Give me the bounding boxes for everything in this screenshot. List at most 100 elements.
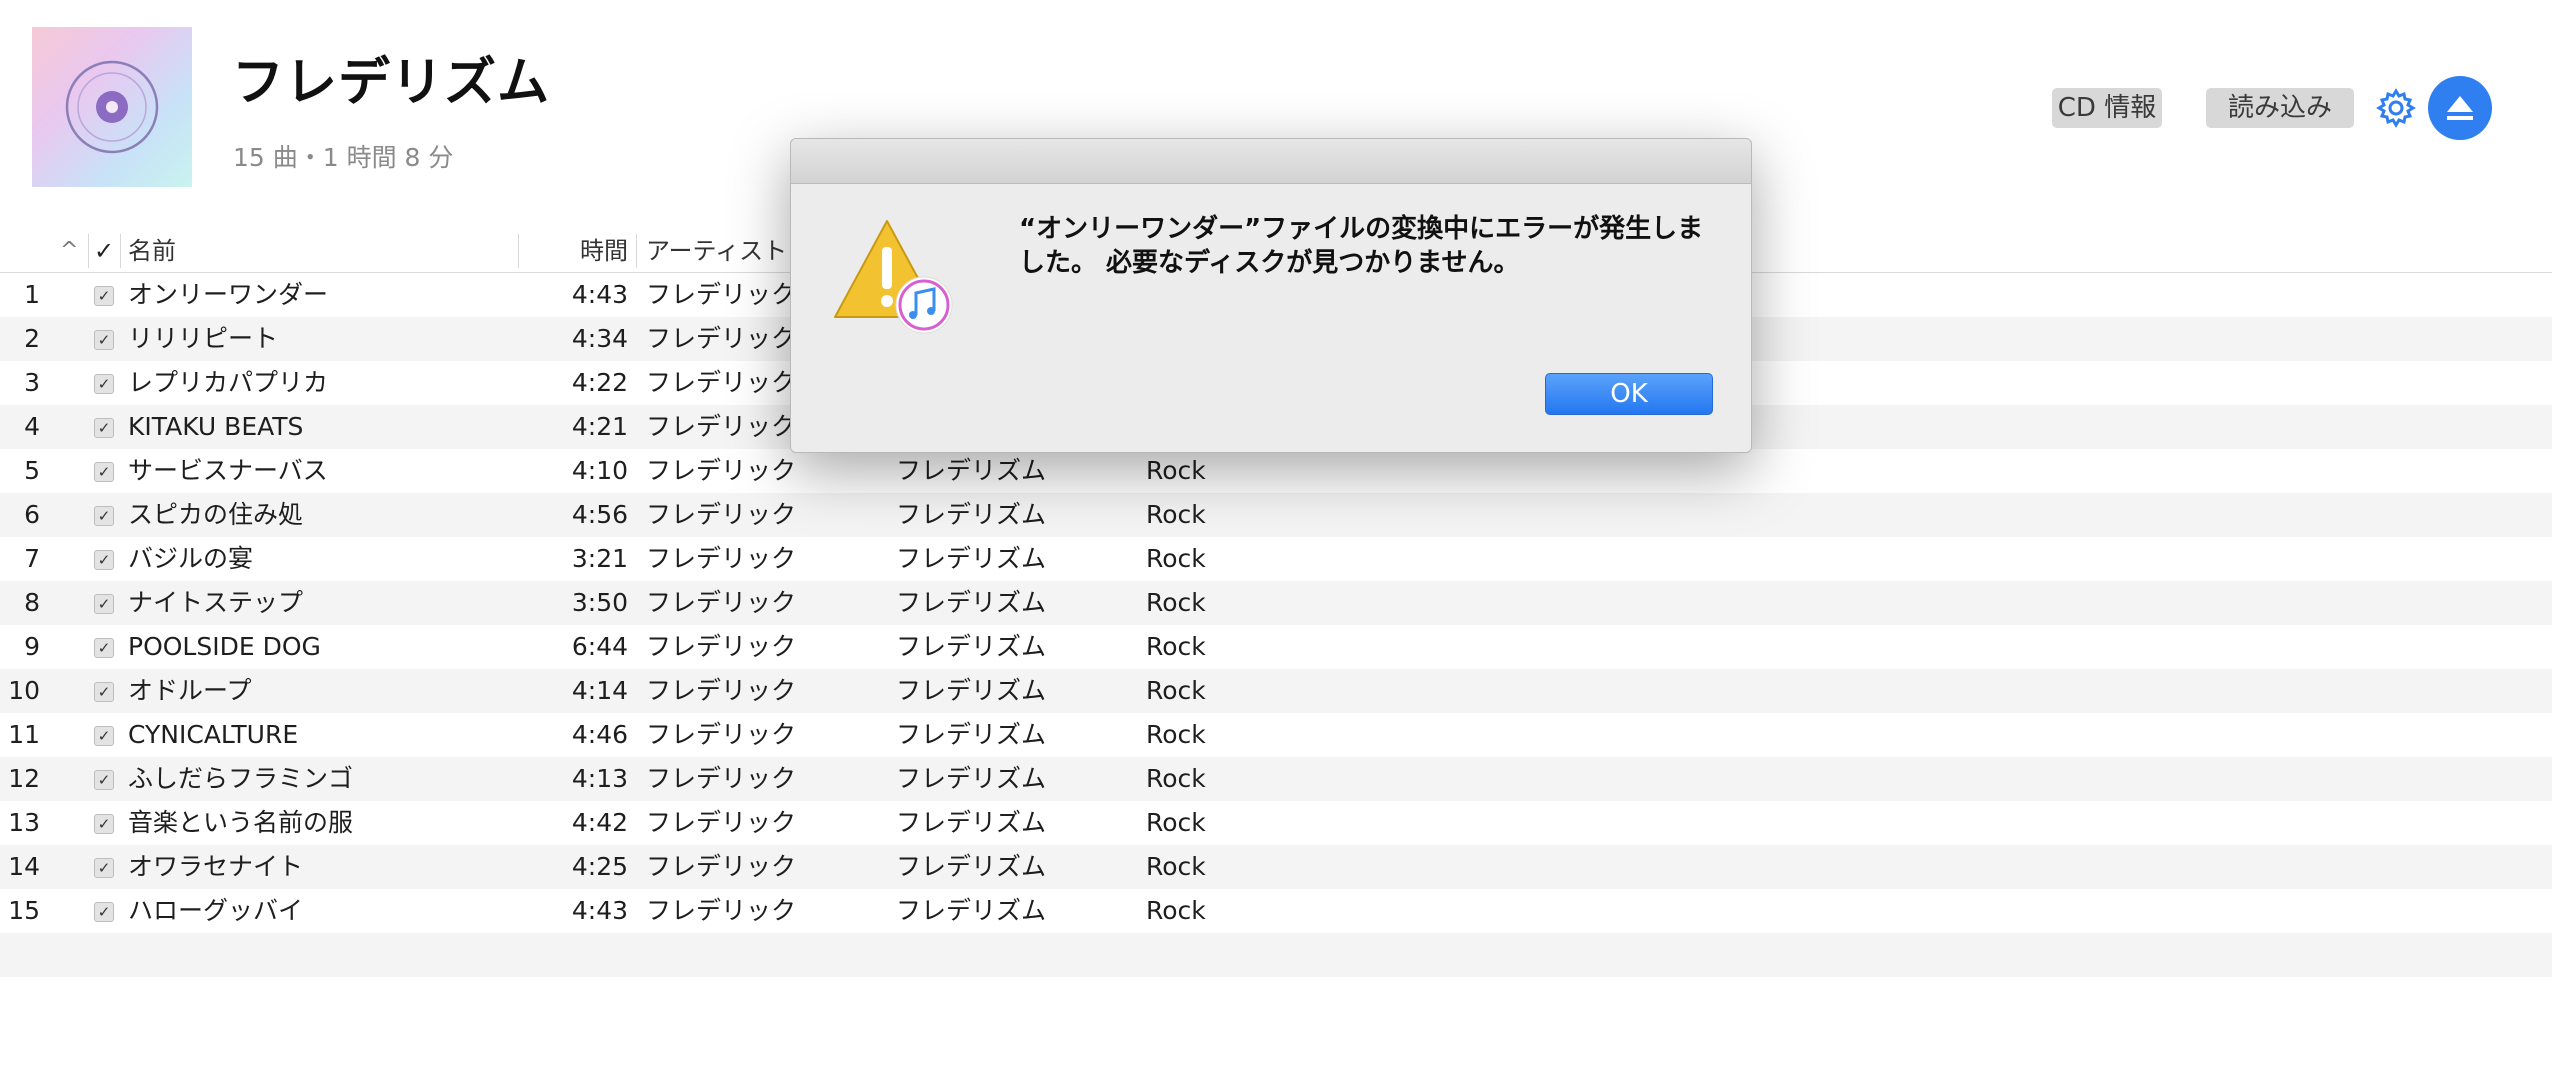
- track-album: フレデリズム: [896, 852, 1047, 881]
- track-time: 4:43: [571, 280, 628, 309]
- track-checkbox[interactable]: ✓: [94, 594, 114, 614]
- track-number: 3: [24, 368, 40, 397]
- track-checkbox[interactable]: ✓: [94, 682, 114, 702]
- table-row[interactable]: ✓ 8 ナイトステップ 3:50 フレデリック フレデリズム Rock: [0, 581, 2552, 625]
- track-artist: フレデリック: [646, 676, 797, 705]
- ok-button[interactable]: OK: [1545, 373, 1713, 415]
- track-album: フレデリズム: [896, 808, 1047, 837]
- track-album: フレデリズム: [896, 676, 1047, 705]
- track-time: 4:14: [571, 676, 628, 705]
- track-checkbox[interactable]: ✓: [94, 418, 114, 438]
- track-checkbox[interactable]: ✓: [94, 286, 114, 306]
- track-artist: フレデリック: [646, 808, 797, 837]
- table-row[interactable]: ✓ 15 ハローグッバイ 4:43 フレデリック フレデリズム Rock: [0, 889, 2552, 933]
- track-number: 10: [8, 676, 40, 705]
- track-genre: Rock: [1146, 896, 1206, 925]
- track-artist: フレデリック: [646, 632, 797, 661]
- track-time: 4:10: [571, 456, 628, 485]
- column-header-time[interactable]: 時間: [520, 230, 628, 272]
- table-row[interactable]: ✓ 12 ふしだらフラミンゴ 4:13 フレデリック フレデリズム Rock: [0, 757, 2552, 801]
- track-checkbox[interactable]: ✓: [94, 638, 114, 658]
- track-album: フレデリズム: [896, 456, 1047, 485]
- track-checkbox[interactable]: ✓: [94, 858, 114, 878]
- track-time: 3:21: [571, 544, 628, 573]
- column-header-check[interactable]: ✓: [94, 230, 114, 272]
- table-row[interactable]: ✓ 13 音楽という名前の服 4:42 フレデリック フレデリズム Rock: [0, 801, 2552, 845]
- track-checkbox[interactable]: ✓: [94, 506, 114, 526]
- track-genre: Rock: [1146, 808, 1206, 837]
- track-album: フレデリズム: [896, 764, 1047, 793]
- track-time: 4:13: [571, 764, 628, 793]
- column-divider: [120, 234, 121, 268]
- column-divider: [88, 234, 89, 268]
- track-checkbox[interactable]: ✓: [94, 330, 114, 350]
- track-time: 4:42: [571, 808, 628, 837]
- table-row[interactable]: ✓ 9 POOLSIDE DOG 6:44 フレデリック フレデリズム Rock: [0, 625, 2552, 669]
- table-row[interactable]: ✓ 6 スピカの住み処 4:56 フレデリック フレデリズム Rock: [0, 493, 2552, 537]
- track-genre: Rock: [1146, 676, 1206, 705]
- track-name: KITAKU BEATS: [128, 412, 304, 441]
- track-checkbox[interactable]: ✓: [94, 902, 114, 922]
- album-summary: 15 曲・1 時間 8 分: [233, 143, 454, 172]
- table-row[interactable]: ✓ 7 バジルの宴 3:21 フレデリック フレデリズム Rock: [0, 537, 2552, 581]
- track-genre: Rock: [1146, 456, 1206, 485]
- track-genre: Rock: [1146, 720, 1206, 749]
- track-time: 4:34: [571, 324, 628, 353]
- table-row[interactable]: ✓ 10 オドループ 4:14 フレデリック フレデリズム Rock: [0, 669, 2552, 713]
- column-divider: [518, 234, 519, 268]
- track-number: 14: [8, 852, 40, 881]
- track-time: 4:22: [571, 368, 628, 397]
- import-button[interactable]: 読み込み: [2206, 88, 2354, 128]
- track-artist: フレデリック: [646, 896, 797, 925]
- track-album: フレデリズム: [896, 588, 1047, 617]
- cd-info-button[interactable]: CD 情報: [2052, 88, 2162, 128]
- album-artwork: [32, 27, 192, 187]
- track-genre: Rock: [1146, 588, 1206, 617]
- track-time: 4:43: [571, 896, 628, 925]
- track-artist: フレデリック: [646, 324, 797, 353]
- track-album: フレデリズム: [896, 896, 1047, 925]
- track-artist: フレデリック: [646, 544, 797, 573]
- track-artist: フレデリック: [646, 280, 797, 309]
- table-row[interactable]: ✓ 14 オワラセナイト 4:25 フレデリック フレデリズム Rock: [0, 845, 2552, 889]
- track-number: 5: [24, 456, 40, 485]
- track-number: 2: [24, 324, 40, 353]
- track-checkbox[interactable]: ✓: [94, 374, 114, 394]
- track-album: フレデリズム: [896, 720, 1047, 749]
- column-header-artist[interactable]: アーティスト: [646, 230, 787, 272]
- track-checkbox[interactable]: ✓: [94, 462, 114, 482]
- track-album: フレデリズム: [896, 632, 1047, 661]
- gear-icon[interactable]: [2376, 88, 2416, 128]
- dialog-message-line: した。 必要なディスクが見つかりません。: [1019, 248, 1520, 278]
- table-row[interactable]: ✓ 11 CYNICALTURE 4:46 フレデリック フレデリズム Rock: [0, 713, 2552, 757]
- track-genre: Rock: [1146, 852, 1206, 881]
- track-artist: フレデリック: [646, 456, 797, 485]
- track-checkbox[interactable]: ✓: [94, 814, 114, 834]
- eject-button[interactable]: [2428, 76, 2492, 140]
- dialog-message-line: “オンリーワンダー”ファイルの変換中にエラーが発生しま: [1019, 214, 1704, 244]
- column-header-name[interactable]: 名前: [128, 230, 176, 272]
- track-checkbox[interactable]: ✓: [94, 770, 114, 790]
- table-row[interactable]: ✓ 5 サービスナーバス 4:10 フレデリック フレデリズム Rock: [0, 449, 2552, 493]
- album-title: フレデリズム: [232, 53, 551, 113]
- track-number: 9: [24, 632, 40, 661]
- track-time: 4:56: [571, 500, 628, 529]
- track-artist: フレデリック: [646, 764, 797, 793]
- track-name: サービスナーバス: [128, 456, 328, 485]
- track-checkbox[interactable]: ✓: [94, 550, 114, 570]
- track-number: 15: [8, 896, 40, 925]
- track-genre: Rock: [1146, 632, 1206, 661]
- track-name: ふしだらフラミンゴ: [128, 764, 354, 793]
- dialog-titlebar[interactable]: [791, 139, 1751, 184]
- track-artist: フレデリック: [646, 588, 797, 617]
- track-artist: フレデリック: [646, 852, 797, 881]
- column-divider: [636, 234, 637, 268]
- track-number: 11: [8, 720, 40, 749]
- track-name: オンリーワンダー: [128, 280, 329, 309]
- track-checkbox[interactable]: ✓: [94, 726, 114, 746]
- track-artist: フレデリック: [646, 500, 797, 529]
- track-name: バジルの宴: [128, 544, 254, 573]
- track-artist: フレデリック: [646, 720, 797, 749]
- sort-caret-icon[interactable]: ^: [60, 238, 78, 263]
- track-name: CYNICALTURE: [128, 720, 299, 749]
